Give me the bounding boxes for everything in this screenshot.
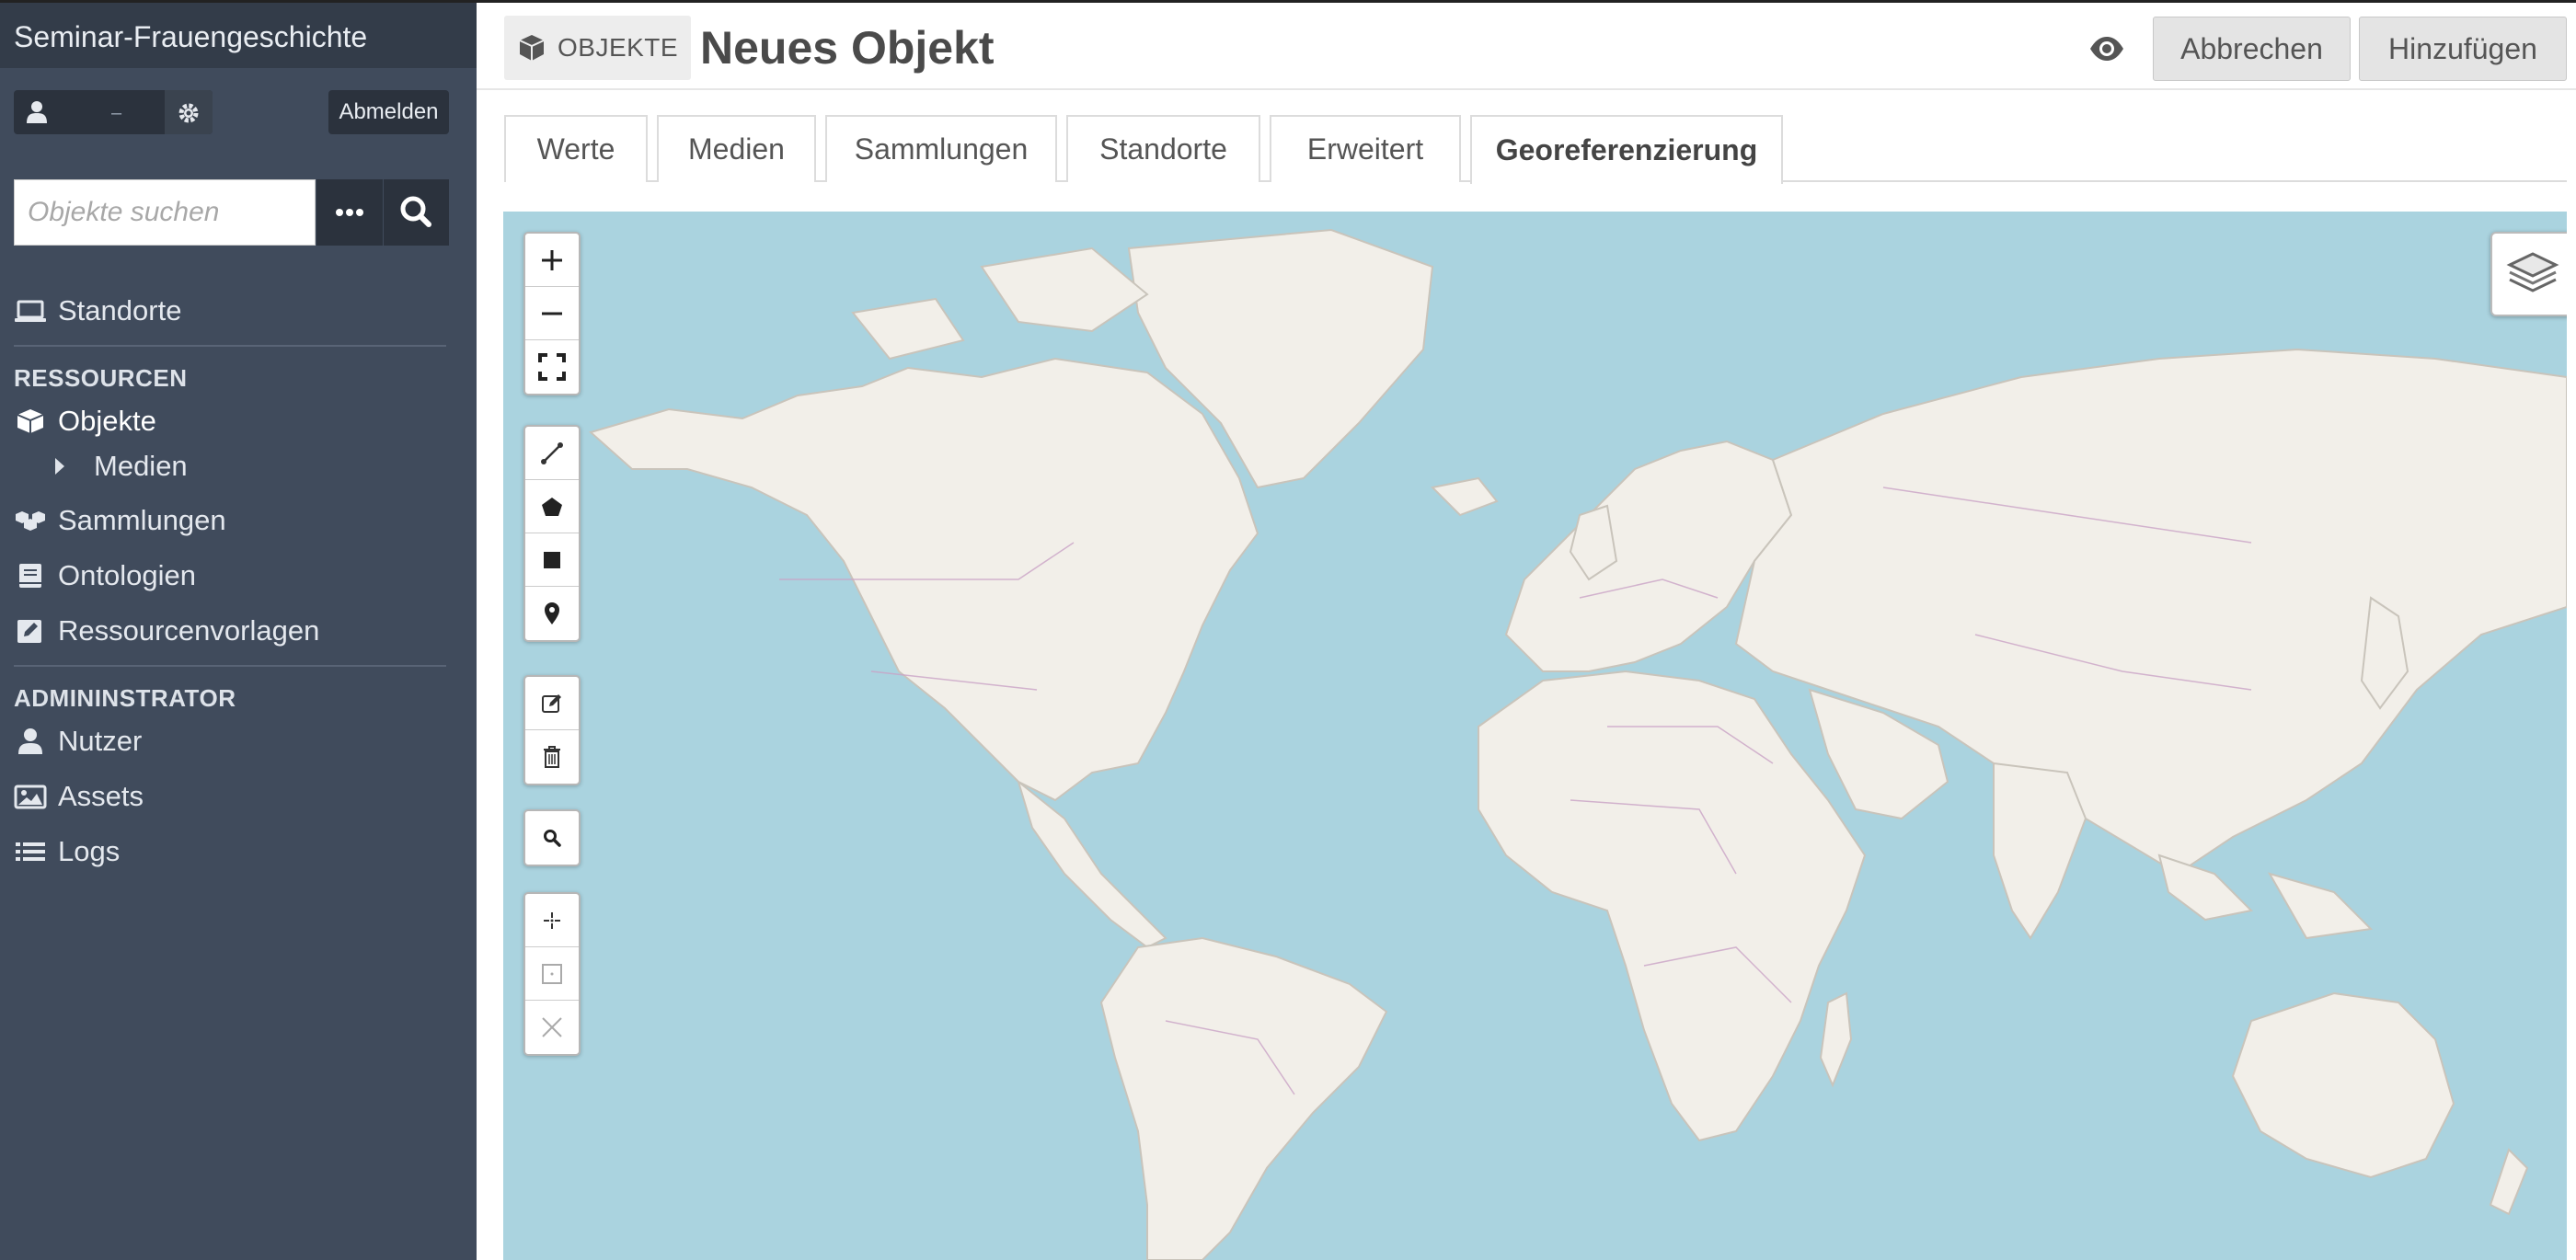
sidebar-item-label: Objekte: [58, 405, 156, 437]
draw-rectangle-icon: [544, 551, 560, 568]
geosearch-control: [523, 809, 581, 866]
fullscreen-icon: [538, 353, 566, 381]
page-header: OBJEKTE Neues Objekt Abbrechen Hinzufüge…: [477, 0, 2576, 90]
sidebar: Seminar-Frauengeschichte ‒ Abmelden Obje…: [0, 0, 477, 1260]
user-icon: [18, 728, 42, 754]
sidebar-item-label: Standorte: [58, 294, 182, 326]
sidebar-item-assets[interactable]: Assets: [14, 776, 144, 817]
section-tabs: Werte Medien Sammlungen Standorte Erweit…: [504, 115, 2567, 184]
sidebar-item-label: Assets: [58, 780, 144, 812]
draw-line-icon: [541, 441, 563, 464]
cubes-icon: [16, 511, 45, 531]
delete-layers-button[interactable]: [525, 730, 579, 784]
edit-layers-button[interactable]: [525, 677, 579, 730]
tab-werte[interactable]: Werte: [504, 115, 648, 182]
sidebar-item-label: Ontologien: [58, 559, 196, 591]
sidebar-item-ressourcenvorlagen[interactable]: Ressourcenvorlagen: [14, 611, 319, 651]
resource-type-badge: OBJEKTE: [504, 16, 692, 80]
draw-line-button[interactable]: [525, 427, 579, 480]
draw-marker-button[interactable]: [525, 587, 579, 640]
sidebar-item-logs[interactable]: Logs: [14, 831, 120, 872]
edit-layers-icon: [542, 693, 561, 713]
zoom-in-button[interactable]: [525, 234, 579, 287]
layers-icon: [2506, 252, 2559, 292]
zoom-out-icon: [542, 312, 562, 315]
fullscreen-button[interactable]: [525, 340, 579, 394]
advanced-search-button[interactable]: [316, 179, 383, 246]
sidebar-item-sammlungen[interactable]: Sammlungen: [14, 500, 226, 541]
tab-georeferenzierung[interactable]: Georeferenzierung: [1470, 115, 1783, 184]
laptop-icon: [15, 300, 46, 322]
tab-erweitert[interactable]: Erweitert: [1270, 115, 1461, 182]
draw-toolbar: [523, 425, 581, 642]
user-settings-button[interactable]: [165, 90, 213, 134]
main-content: OBJEKTE Neues Objekt Abbrechen Hinzufüge…: [477, 0, 2576, 1260]
visibility-toggle[interactable]: [2088, 32, 2125, 70]
zoom-in-icon: [542, 249, 562, 270]
fit-bounds-icon: [542, 963, 562, 984]
user-icon[interactable]: [27, 101, 47, 123]
crosshair-icon: [544, 911, 560, 929]
tab-standorte[interactable]: Standorte: [1066, 115, 1260, 182]
sidebar-item-objekte[interactable]: Objekte: [14, 401, 156, 441]
draw-marker-icon: [545, 602, 559, 624]
cancel-button[interactable]: Abbrechen: [2153, 17, 2351, 81]
draw-rectangle-button[interactable]: [525, 533, 579, 587]
image-icon: [14, 785, 47, 809]
search-icon: [400, 196, 431, 227]
sidebar-item-label: Medien: [94, 450, 188, 482]
divider: [14, 345, 446, 347]
close-icon: [542, 1017, 562, 1037]
edit-icon: [17, 620, 41, 643]
logout-button[interactable]: Abmelden: [328, 90, 449, 134]
eye-icon: [2090, 37, 2123, 61]
caret-right-icon: [55, 458, 64, 475]
ellipsis-icon: [336, 209, 363, 216]
page-title: Neues Objekt: [700, 22, 995, 74]
section-heading-resources: RESSOURCEN: [14, 364, 188, 392]
draw-polygon-button[interactable]: [525, 480, 579, 533]
locate-button[interactable]: [525, 894, 579, 947]
draw-polygon-icon: [542, 497, 562, 516]
geosearch-button[interactable]: [525, 811, 579, 865]
book-icon: [19, 564, 41, 588]
divider: [14, 665, 446, 667]
user-bar: ‒: [14, 90, 213, 134]
add-button[interactable]: Hinzufügen: [2359, 17, 2567, 81]
tab-sammlungen[interactable]: Sammlungen: [825, 115, 1057, 182]
user-name[interactable]: ‒: [111, 103, 121, 124]
cube-icon: [519, 35, 545, 61]
search-form: [14, 179, 449, 246]
clear-button[interactable]: [525, 1001, 579, 1054]
sidebar-item-label: Ressourcenvorlagen: [58, 614, 320, 647]
sidebar-item-label: Sammlungen: [58, 504, 226, 536]
search-submit-button[interactable]: [384, 179, 449, 246]
resource-type-label: OBJEKTE: [558, 33, 679, 62]
site-title[interactable]: Seminar-Frauengeschichte: [0, 0, 477, 68]
sidebar-item-medien[interactable]: Medien: [55, 448, 188, 485]
sidebar-item-standorte[interactable]: Standorte: [14, 291, 181, 331]
zoom-out-button[interactable]: [525, 287, 579, 340]
sidebar-item-nutzer[interactable]: Nutzer: [14, 721, 142, 762]
zoom-controls: [523, 232, 581, 395]
sidebar-item-label: Logs: [58, 835, 121, 867]
search-input[interactable]: [14, 179, 316, 246]
trash-icon: [544, 746, 560, 768]
cube-icon: [17, 409, 44, 433]
world-map[interactable]: [503, 212, 2567, 1260]
section-heading-admin: ADMININSTRATOR: [14, 684, 236, 712]
map-view[interactable]: [503, 212, 2567, 1260]
extent-controls: [523, 892, 581, 1056]
sidebar-item-ontologien[interactable]: Ontologien: [14, 556, 196, 596]
search-icon: [544, 830, 561, 847]
list-icon: [16, 842, 45, 861]
edit-toolbar: [523, 675, 581, 785]
sidebar-item-label: Nutzer: [58, 725, 143, 757]
tab-medien[interactable]: Medien: [657, 115, 816, 182]
fit-bounds-button[interactable]: [525, 947, 579, 1001]
layers-button[interactable]: [2490, 232, 2567, 316]
gear-icon: [178, 103, 199, 123]
